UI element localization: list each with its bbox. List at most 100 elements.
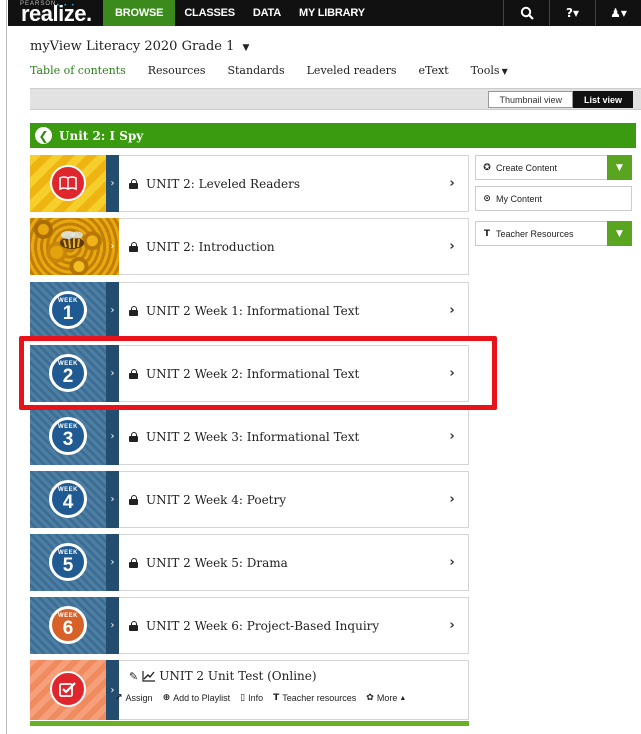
info-button[interactable]: ▯ Info [240, 693, 263, 703]
tab-tools-label: Tools [470, 64, 500, 77]
week-6-thumbnail: WEEK 6 › [30, 597, 119, 654]
unit-title: Unit 2: I Spy [59, 128, 144, 143]
chart-icon [142, 671, 156, 682]
thumb-arrow: › [106, 408, 119, 465]
thumb-arrow: › [106, 282, 119, 339]
lock-icon [129, 620, 139, 631]
info-icon: ▯ [240, 693, 246, 703]
user-icon[interactable]: ♟▾ [595, 0, 641, 26]
week-4-thumbnail: WEEK 4 › [30, 471, 119, 528]
list-item-week-6[interactable]: WEEK 6 › UNIT 2 Week 6: Project-Based Inq… [30, 597, 469, 654]
thumb-arrow: › [106, 660, 119, 720]
chevron-down-icon[interactable]: ▼ [607, 155, 632, 180]
chevron-right-icon[interactable]: › [442, 429, 462, 444]
lock-icon [129, 305, 139, 316]
program-title-dropdown[interactable]: myView Literacy 2020 Grade 1 ▼ [30, 39, 249, 54]
back-arrow-icon[interactable]: ❮ [35, 127, 52, 144]
item-title: UNIT 2 Unit Test (Online) [159, 669, 317, 683]
week-badge: WEEK 3 [49, 417, 87, 455]
chevron-right-icon[interactable]: › [442, 176, 462, 191]
week-badge: WEEK 5 [49, 543, 87, 581]
unit-test-actions: ↗ Assign ⊕ Add to Playlist ▯ Info T Teacher … [115, 693, 416, 703]
thumb-arrow: › [106, 471, 119, 528]
test-check-icon [50, 671, 86, 707]
nav-classes[interactable]: CLASSES [175, 0, 244, 26]
lock-icon [129, 178, 139, 189]
chevron-right-icon[interactable]: › [442, 555, 462, 570]
realize-logo[interactable]: PEARSON • • • realize. [8, 0, 103, 26]
week-badge: WEEK 6 [49, 606, 87, 644]
create-content-icon: ✪ [483, 162, 491, 173]
week-3-thumbnail: WEEK 3 › [30, 408, 119, 465]
week-badge: WEEK 1 [49, 291, 87, 329]
help-icon[interactable]: ?▾ [549, 0, 595, 26]
lock-icon [129, 494, 139, 505]
list-item-week-4[interactable]: WEEK 4 › UNIT 2 Week 4: Poetry › [30, 471, 469, 528]
teacher-resources-button[interactable]: T Teacher resources [273, 693, 356, 703]
lock-icon [129, 431, 139, 442]
my-content-button[interactable]: ⊙ My Content [475, 186, 632, 211]
week-5-thumbnail: WEEK 5 › [30, 534, 119, 591]
create-content-button[interactable]: ✪ Create Content ▼ [475, 155, 632, 180]
week-1-thumbnail: WEEK 1 › [30, 282, 119, 339]
tab-standards[interactable]: Standards [227, 64, 284, 88]
list-item-introduction[interactable]: › UNIT 2: Introduction › [30, 218, 469, 275]
program-title: myView Literacy 2020 Grade 1 [30, 39, 235, 54]
list-item-week-3[interactable]: WEEK 3 › UNIT 2 Week 3: Informational Tex… [30, 408, 469, 465]
tab-etext[interactable]: eText [419, 64, 449, 88]
caret-up-icon: ▲ [399, 694, 407, 702]
leveled-readers-thumbnail: › [30, 155, 119, 212]
unit-test-content: ✎ UNIT 2 Unit Test (Online) [119, 661, 468, 683]
nav-my-library[interactable]: MY LIBRARY [290, 0, 374, 26]
bee-photo-thumbnail: › [30, 218, 119, 275]
top-navigation-bar: PEARSON • • • realize. BROWSE CLASSES DA… [8, 0, 641, 26]
thumb-arrow: › [106, 155, 119, 212]
item-title: UNIT 2 Week 4: Poetry [146, 492, 287, 507]
thumb-arrow: › [110, 241, 115, 252]
chevron-right-icon[interactable]: › [442, 618, 462, 633]
content-tabs: Table of contents Resources Standards Le… [30, 64, 530, 91]
highlight-box [19, 336, 497, 410]
item-title: UNIT 2 Week 5: Drama [146, 555, 288, 570]
caret-down-icon: ▼ [242, 43, 250, 53]
chevron-down-icon[interactable]: ▼ [607, 221, 632, 246]
window-left-edge [0, 0, 7, 734]
item-title: UNIT 2 Week 6: Project-Based Inquiry [146, 618, 380, 633]
teacher-resources-icon: T [273, 693, 280, 703]
thumb-arrow: › [106, 534, 119, 591]
item-title: UNIT 2 Week 3: Informational Text [146, 429, 360, 444]
nav-data[interactable]: DATA [244, 0, 290, 26]
list-item-week-1[interactable]: WEEK 1 › UNIT 2 Week 1: Informational Tex… [30, 282, 469, 339]
chevron-right-icon[interactable]: › [442, 239, 462, 254]
assign-button[interactable]: ↗ Assign [115, 693, 153, 703]
unit-test-thumbnail: › [30, 660, 119, 720]
list-bottom-rule [30, 721, 469, 726]
tab-tools[interactable]: Tools ▼ [471, 64, 508, 88]
item-title: UNIT 2: Introduction [146, 239, 275, 254]
chevron-right-icon[interactable]: › [442, 492, 462, 507]
teacher-resources-icon: T [483, 228, 491, 239]
tab-table-of-contents[interactable]: Table of contents [30, 64, 126, 91]
list-item-leveled-readers[interactable]: › UNIT 2: Leveled Readers › [30, 155, 469, 212]
thumbnail-view-button[interactable]: Thumbnail view [488, 91, 573, 108]
search-icon[interactable] [503, 0, 549, 26]
tab-resources[interactable]: Resources [148, 64, 206, 88]
lock-icon [129, 241, 139, 252]
unit-header: ❮ Unit 2: I Spy [30, 123, 636, 148]
lock-icon [129, 557, 139, 568]
chevron-right-icon[interactable]: › [442, 303, 462, 318]
add-playlist-icon: ⊕ [162, 693, 171, 703]
list-view-button[interactable]: List view [572, 91, 633, 108]
item-title: UNIT 2 Week 1: Informational Text [146, 303, 360, 318]
realize-wordmark: realize. [21, 1, 92, 26]
week-badge: WEEK 4 [49, 480, 87, 518]
add-to-playlist-button[interactable]: ⊕ Add to Playlist [163, 693, 231, 703]
nav-browse[interactable]: BROWSE [103, 0, 176, 26]
tab-leveled-readers[interactable]: Leveled readers [307, 64, 397, 88]
more-button[interactable]: ✿ More ▲ [366, 693, 406, 703]
my-content-icon: ⊙ [483, 193, 491, 204]
list-item-unit-test[interactable]: › ✎ UNIT 2 Unit Test (Online) [30, 660, 469, 720]
list-item-week-5[interactable]: WEEK 5 › UNIT 2 Week 5: Drama › [30, 534, 469, 591]
teacher-resources-dropdown[interactable]: T Teacher Resources ▼ [475, 221, 632, 246]
view-toolbar: Thumbnail view List view [30, 88, 641, 110]
